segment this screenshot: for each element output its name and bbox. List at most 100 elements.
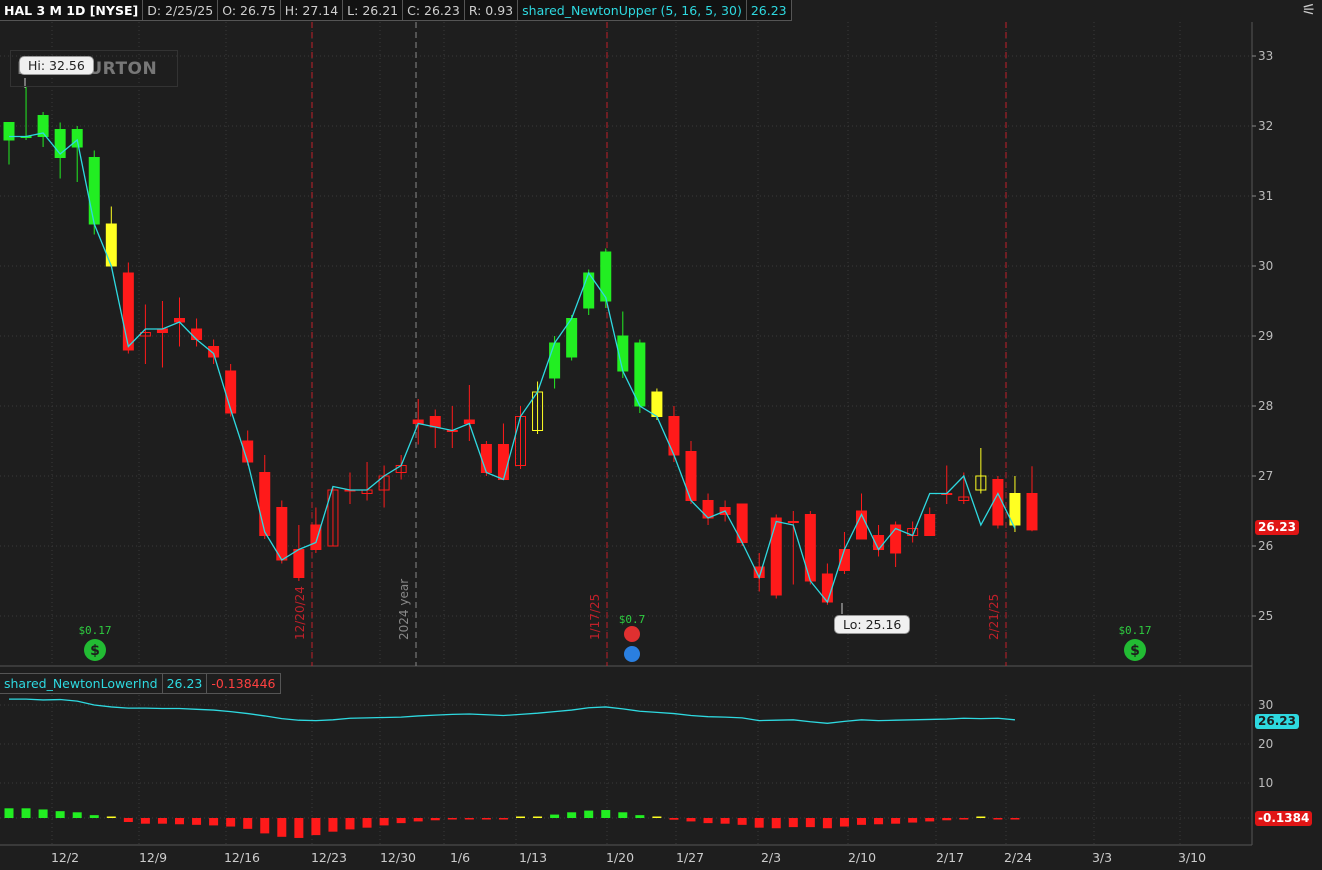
- lower-study-value2: -0.138446: [207, 673, 281, 694]
- histogram-bar: [106, 816, 116, 818]
- candle-body: [293, 549, 305, 578]
- event-marker-label: 1/17/25: [588, 594, 602, 640]
- candle-body: [634, 342, 646, 407]
- candle-body: [924, 514, 936, 536]
- date-tick-label: 1/6: [450, 850, 470, 865]
- lower-study-label[interactable]: shared_NewtonLowerInd: [0, 673, 163, 694]
- candle-body: [122, 272, 134, 351]
- dividend-amount-label: $0.17: [78, 624, 111, 637]
- histogram-bar: [822, 818, 832, 829]
- histogram-bar: [311, 818, 321, 836]
- histogram-bar: [686, 818, 696, 822]
- histogram-bar: [464, 818, 474, 820]
- candle-body: [191, 328, 203, 340]
- lower-tick-label: 20: [1258, 737, 1273, 751]
- histogram-bar: [942, 818, 952, 821]
- date-tick-label: 3/10: [1178, 850, 1206, 865]
- histogram-bar: [38, 809, 48, 818]
- histogram-bar: [481, 818, 491, 820]
- dividend-amount-label: $0.17: [1118, 624, 1151, 637]
- histogram-bar: [4, 808, 14, 818]
- histogram-bar: [294, 818, 304, 838]
- date-tick-label: 12/16: [224, 850, 260, 865]
- histogram-bar: [243, 818, 253, 829]
- date-tick-label: 2/17: [936, 850, 964, 865]
- histogram-bar: [55, 811, 65, 818]
- histogram-bar: [516, 816, 525, 818]
- date-tick-label: 2/24: [1004, 850, 1032, 865]
- histogram-bar: [839, 818, 849, 827]
- histogram-bar: [192, 818, 202, 825]
- date-tick-label: 12/9: [139, 850, 167, 865]
- histogram-bar: [21, 808, 31, 818]
- histogram-bar: [805, 818, 815, 828]
- histogram-bar: [413, 818, 423, 822]
- candle-body: [1026, 493, 1038, 531]
- candle-body: [71, 129, 83, 148]
- histogram-bar: [379, 818, 389, 826]
- histogram-bar: [175, 818, 184, 825]
- histogram-bar: [328, 818, 338, 832]
- date-tick-label: 12/23: [311, 850, 347, 865]
- histogram-bar: [857, 818, 866, 825]
- histogram-bar: [345, 818, 355, 830]
- event-marker-label: 12/20/24: [293, 586, 307, 640]
- candle-body: [429, 416, 441, 428]
- price-tick-label: 33: [1258, 49, 1273, 63]
- candle-body: [787, 521, 799, 523]
- event-marker-label: 2024 year: [397, 579, 411, 640]
- price-tick-label: 27: [1258, 469, 1273, 483]
- date-tick-label: 2/10: [848, 850, 876, 865]
- candle-body: [770, 517, 782, 596]
- earnings-call-icon: [624, 626, 640, 642]
- candle-body: [549, 342, 561, 379]
- histogram-bar: [635, 815, 645, 818]
- date-tick-label: 3/3: [1092, 850, 1112, 865]
- histogram-bar: [874, 818, 884, 825]
- histogram-bar: [533, 816, 543, 818]
- date-tick-label: 12/30: [380, 850, 416, 865]
- histogram-bar: [498, 818, 508, 820]
- earnings-info-icon: [624, 646, 640, 662]
- histogram-bar: [226, 818, 236, 827]
- histogram-bar: [669, 818, 679, 820]
- histogram-bar: [550, 814, 560, 818]
- histogram-bar: [362, 818, 372, 828]
- dividend-amount-label: $0.7: [619, 613, 646, 626]
- candle-body: [3, 122, 15, 141]
- candle-body: [668, 416, 680, 456]
- high-callout: Hi: 32.56: [19, 56, 94, 75]
- histogram-bar: [754, 818, 764, 828]
- candle-body: [600, 251, 612, 302]
- low-callout: Lo: 25.16: [834, 615, 911, 634]
- histogram-bar: [925, 818, 935, 822]
- histogram-bar: [140, 818, 150, 824]
- lower-line-tag: 26.23: [1255, 714, 1299, 729]
- date-tick-label: 1/13: [519, 850, 547, 865]
- histogram-bar: [720, 818, 730, 824]
- candle-body: [480, 444, 492, 473]
- candle-body: [651, 391, 663, 417]
- price-tick-label: 25: [1258, 609, 1273, 623]
- candle-body: [225, 370, 237, 414]
- histogram-bar: [652, 816, 662, 818]
- chart-window[interactable]: HAL 3 M 1D [NYSE] D: 2/25/25 O: 26.75 H:…: [0, 0, 1322, 870]
- price-tick-label: 29: [1258, 329, 1273, 343]
- price-tick-label: 31: [1258, 189, 1273, 203]
- histogram-bar: [601, 810, 611, 818]
- price-tick-label: 32: [1258, 119, 1273, 133]
- histogram-bar: [976, 816, 986, 818]
- histogram-bar: [157, 818, 167, 824]
- candle-body: [276, 507, 288, 561]
- date-tick-label: 12/2: [51, 850, 79, 865]
- price-chart[interactable]: 12/2 12/9 12/16 12/23 12/30 1/6 1/13 1/20 1/27 2/…: [0, 0, 1322, 870]
- date-tick-label: 1/27: [676, 850, 704, 865]
- histogram-bar: [1010, 818, 1020, 820]
- candle-body: [497, 444, 509, 480]
- lower-study-line: [9, 698, 1016, 724]
- lower-tick-label: 10: [1258, 776, 1273, 790]
- candle-body: [310, 524, 322, 550]
- histogram-bar: [993, 818, 1003, 820]
- event-marker-label: 2/21/25: [987, 594, 1001, 640]
- histogram-bar: [123, 818, 133, 822]
